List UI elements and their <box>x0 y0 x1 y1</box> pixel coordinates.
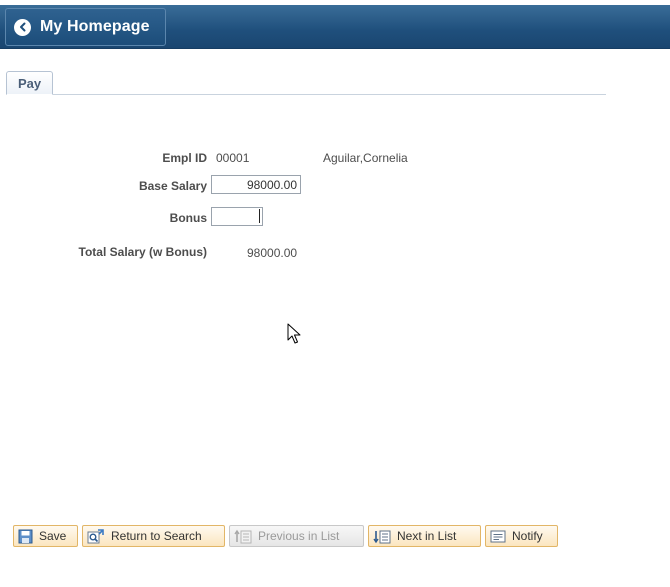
save-label: Save <box>39 529 67 543</box>
tab-strip: Pay <box>6 71 606 95</box>
return-to-search-button[interactable]: Return to Search <box>82 525 225 547</box>
bonus-label: Bonus <box>169 211 207 225</box>
previous-in-list-icon <box>234 529 252 544</box>
empl-id-label: Empl ID <box>162 151 207 165</box>
total-salary-value: 98000.00 <box>247 246 298 260</box>
next-in-list-button[interactable]: Next in List <box>368 525 481 547</box>
notify-icon <box>490 529 506 544</box>
next-in-list-label: Next in List <box>397 529 457 543</box>
mouse-pointer-icon <box>287 323 301 350</box>
notify-button[interactable]: Notify <box>485 525 558 547</box>
chevron-left-icon <box>14 18 31 36</box>
total-salary-label: Total Salary (w Bonus) <box>78 245 207 259</box>
tab-pay[interactable]: Pay <box>6 71 54 95</box>
my-homepage-label: My Homepage <box>40 18 150 35</box>
base-salary-label: Base Salary <box>138 179 207 193</box>
bonus-input[interactable] <box>211 207 263 226</box>
empl-id-value: 00001 <box>216 151 250 165</box>
save-button[interactable]: Save <box>13 525 78 547</box>
base-salary-input[interactable] <box>211 175 301 194</box>
my-homepage-button[interactable]: My Homepage <box>5 8 166 46</box>
previous-in-list-button[interactable]: Previous in List <box>229 525 364 547</box>
save-icon <box>18 529 33 544</box>
return-to-search-icon <box>87 528 105 544</box>
text-caret <box>259 209 260 223</box>
previous-in-list-label: Previous in List <box>258 529 340 543</box>
next-in-list-icon <box>373 529 391 544</box>
header-bar: My Homepage <box>0 5 670 49</box>
employee-name: Aguilar,Cornelia <box>323 151 408 165</box>
notify-label: Notify <box>512 529 543 543</box>
return-to-search-label: Return to Search <box>111 529 202 543</box>
